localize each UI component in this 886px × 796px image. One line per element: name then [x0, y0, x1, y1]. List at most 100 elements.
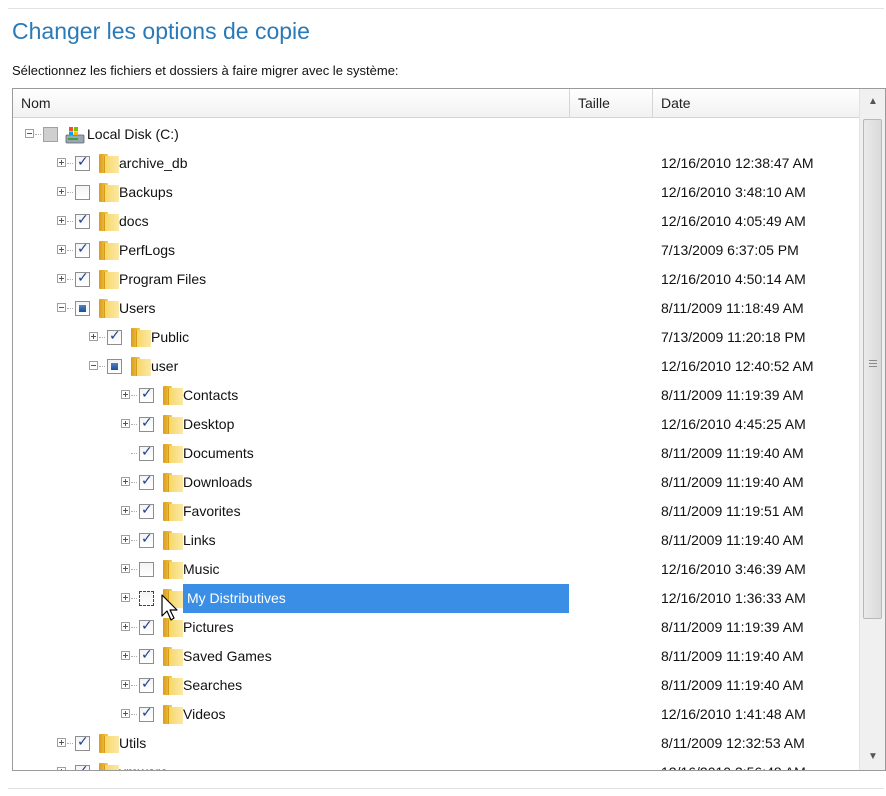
tree-row[interactable]: Searches 8/11/2009 11:19:40 AM — [13, 671, 859, 700]
row-label[interactable]: docs — [119, 207, 149, 236]
row-checkbox[interactable] — [75, 154, 90, 171]
row-checkbox[interactable] — [139, 676, 154, 693]
row-checkbox[interactable] — [139, 705, 154, 722]
row-label[interactable]: Videos — [183, 700, 226, 729]
expand-icon[interactable] — [121, 593, 130, 602]
scroll-down-icon[interactable]: ▼ — [860, 744, 885, 770]
expand-icon[interactable] — [121, 651, 130, 660]
tree-row[interactable]: vmware 12/16/2010 3:56:48 AM — [13, 758, 859, 770]
row-checkbox[interactable] — [75, 185, 90, 200]
collapse-icon[interactable] — [89, 361, 98, 370]
tree-row[interactable]: Users 8/11/2009 11:18:49 AM — [13, 294, 859, 323]
row-label[interactable]: Local Disk (C:) — [87, 120, 179, 149]
row-checkbox[interactable] — [43, 127, 58, 142]
tree-row[interactable]: Public 7/13/2009 11:20:18 PM — [13, 323, 859, 352]
row-label[interactable]: Pictures — [183, 613, 234, 642]
row-date: 12/16/2010 3:46:39 AM — [661, 561, 806, 577]
tree-row[interactable]: user 12/16/2010 12:40:52 AM — [13, 352, 859, 381]
row-checkbox[interactable] — [75, 241, 90, 258]
row-checkbox[interactable] — [139, 386, 154, 403]
row-checkbox[interactable] — [139, 531, 154, 548]
tree-row[interactable]: Pictures 8/11/2009 11:19:39 AM — [13, 613, 859, 642]
tree-connector — [131, 598, 137, 600]
vertical-scrollbar[interactable]: ▲ ▼ — [859, 89, 885, 770]
tree-row[interactable]: PerfLogs 7/13/2009 6:37:05 PM — [13, 236, 859, 265]
row-checkbox[interactable] — [139, 618, 154, 635]
row-checkbox[interactable] — [139, 473, 154, 490]
row-label[interactable]: Backups — [119, 178, 173, 207]
row-label[interactable]: Favorites — [183, 497, 241, 526]
column-header-date[interactable]: Date — [653, 89, 859, 117]
row-label[interactable]: Utils — [119, 729, 146, 758]
expand-icon[interactable] — [57, 738, 66, 747]
row-checkbox[interactable] — [139, 591, 154, 606]
row-label[interactable]: PerfLogs — [119, 236, 175, 265]
expand-icon[interactable] — [57, 274, 66, 283]
expand-icon[interactable] — [121, 506, 130, 515]
row-label[interactable]: vmware — [119, 758, 168, 770]
tree-row[interactable]: Backups 12/16/2010 3:48:10 AM — [13, 178, 859, 207]
column-header-size[interactable]: Taille — [570, 89, 652, 117]
row-label[interactable]: Desktop — [183, 410, 234, 439]
expand-icon[interactable] — [121, 477, 130, 486]
row-checkbox[interactable] — [75, 212, 90, 229]
expand-icon[interactable] — [57, 158, 66, 167]
row-label[interactable]: user — [151, 352, 178, 381]
tree-row[interactable]: My Distributives 12/16/2010 1:36:33 AM — [13, 584, 859, 613]
expand-icon[interactable] — [121, 709, 130, 718]
row-checkbox[interactable] — [107, 328, 122, 345]
tree-row[interactable]: Saved Games 8/11/2009 11:19:40 AM — [13, 642, 859, 671]
row-checkbox[interactable] — [139, 444, 154, 461]
expand-icon[interactable] — [121, 535, 130, 544]
tree-row[interactable]: archive_db 12/16/2010 12:38:47 AM — [13, 149, 859, 178]
row-checkbox[interactable] — [75, 270, 90, 287]
row-label[interactable]: Documents — [183, 439, 254, 468]
row-label[interactable]: Links — [183, 526, 216, 555]
tree-row[interactable]: docs 12/16/2010 4:05:49 AM — [13, 207, 859, 236]
expand-icon[interactable] — [89, 332, 98, 341]
expand-icon[interactable] — [121, 680, 130, 689]
tree-row[interactable]: Contacts 8/11/2009 11:19:39 AM — [13, 381, 859, 410]
row-checkbox[interactable] — [75, 734, 90, 751]
tree-row[interactable]: Desktop 12/16/2010 4:45:25 AM — [13, 410, 859, 439]
row-checkbox[interactable] — [139, 502, 154, 519]
expand-icon[interactable] — [121, 564, 130, 573]
expand-icon[interactable] — [57, 245, 66, 254]
expand-icon[interactable] — [57, 216, 66, 225]
tree-row[interactable]: Favorites 8/11/2009 11:19:51 AM — [13, 497, 859, 526]
expand-icon[interactable] — [57, 767, 66, 770]
row-label[interactable]: My Distributives — [183, 584, 569, 613]
tree-row[interactable]: Program Files 12/16/2010 4:50:14 AM — [13, 265, 859, 294]
row-checkbox[interactable] — [107, 359, 122, 374]
row-checkbox[interactable] — [139, 415, 154, 432]
row-checkbox[interactable] — [75, 301, 90, 316]
collapse-icon[interactable] — [57, 303, 66, 312]
row-label[interactable]: Searches — [183, 671, 242, 700]
row-label[interactable]: Users — [119, 294, 156, 323]
scrollbar-thumb[interactable] — [863, 119, 882, 619]
row-label[interactable]: Program Files — [119, 265, 206, 294]
row-label[interactable]: Downloads — [183, 468, 252, 497]
tree-row[interactable]: Videos 12/16/2010 1:41:48 AM — [13, 700, 859, 729]
tree-row[interactable]: Documents 8/11/2009 11:19:40 AM — [13, 439, 859, 468]
expand-icon[interactable] — [121, 622, 130, 631]
collapse-icon[interactable] — [25, 129, 34, 138]
expand-icon[interactable] — [121, 390, 130, 399]
tree-row[interactable]: Links 8/11/2009 11:19:40 AM — [13, 526, 859, 555]
tree-row[interactable]: Downloads 8/11/2009 11:19:40 AM — [13, 468, 859, 497]
row-label[interactable]: archive_db — [119, 149, 188, 178]
row-label[interactable]: Public — [151, 323, 189, 352]
row-label[interactable]: Music — [183, 555, 220, 584]
scroll-up-icon[interactable]: ▲ — [860, 89, 885, 115]
row-checkbox[interactable] — [139, 647, 154, 664]
row-checkbox[interactable] — [75, 763, 90, 770]
tree-row[interactable]: Music 12/16/2010 3:46:39 AM — [13, 555, 859, 584]
row-label[interactable]: Saved Games — [183, 642, 272, 671]
expand-icon[interactable] — [121, 419, 130, 428]
row-checkbox[interactable] — [139, 562, 154, 577]
tree-row[interactable]: Utils 8/11/2009 12:32:53 AM — [13, 729, 859, 758]
row-label[interactable]: Contacts — [183, 381, 238, 410]
expand-icon[interactable] — [57, 187, 66, 196]
tree-row[interactable]: Local Disk (C:) — [13, 120, 859, 149]
column-header-name[interactable]: Nom — [13, 89, 569, 117]
